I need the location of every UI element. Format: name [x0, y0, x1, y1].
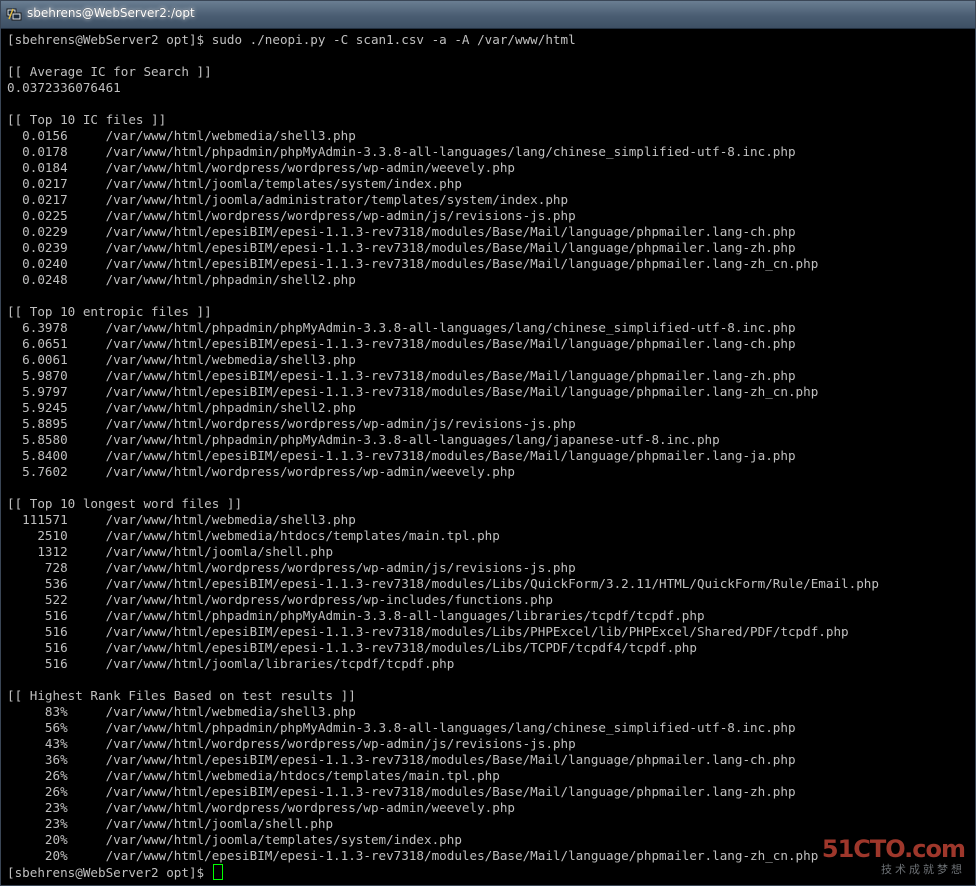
prompt-line[interactable]: [sbehrens@WebServer2 opt]$	[7, 864, 879, 880]
terminal-line: 516 /var/www/html/epesiBIM/epesi-1.1.3-r…	[7, 640, 697, 655]
title-bar[interactable]: sbehrens@WebServer2:/opt	[1, 1, 975, 29]
terminal-line: 516 /var/www/html/phpadmin/phpMyAdmin-3.…	[7, 608, 705, 623]
terminal-line: [[ Highest Rank Files Based on test resu…	[7, 688, 356, 703]
terminal-line: 0.0240 /var/www/html/epesiBIM/epesi-1.1.…	[7, 256, 819, 271]
text-cursor[interactable]	[212, 864, 223, 880]
terminal-output: [sbehrens@WebServer2 opt]$ sudo ./neopi.…	[7, 32, 879, 880]
terminal-line: 20% /var/www/html/epesiBIM/epesi-1.1.3-r…	[7, 848, 819, 863]
watermark: 51CTO.com 技术成就梦想	[822, 835, 967, 876]
terminal-line: 0.0217 /var/www/html/joomla/administrato…	[7, 192, 569, 207]
terminal-line: 6.3978 /var/www/html/phpadmin/phpMyAdmin…	[7, 320, 796, 335]
terminal-line: 26% /var/www/html/webmedia/htdocs/templa…	[7, 768, 500, 783]
terminal-line: 56% /var/www/html/phpadmin/phpMyAdmin-3.…	[7, 720, 796, 735]
terminal-line: 5.7602 /var/www/html/wordpress/wordpress…	[7, 464, 515, 479]
terminal-line: 536 /var/www/html/epesiBIM/epesi-1.1.3-r…	[7, 576, 879, 591]
terminal-line: 5.8580 /var/www/html/phpadmin/phpMyAdmin…	[7, 432, 720, 447]
terminal-line: 43% /var/www/html/wordpress/wordpress/wp…	[7, 736, 576, 751]
terminal-line: 36% /var/www/html/epesiBIM/epesi-1.1.3-r…	[7, 752, 796, 767]
terminal-line: 0.0217 /var/www/html/joomla/templates/sy…	[7, 176, 462, 191]
terminal-line: 1312 /var/www/html/joomla/shell.php	[7, 544, 334, 559]
window-title: sbehrens@WebServer2:/opt	[27, 6, 195, 20]
terminal-line: [[ Average IC for Search ]]	[7, 64, 212, 79]
terminal-line: 26% /var/www/html/epesiBIM/epesi-1.1.3-r…	[7, 784, 796, 799]
terminal-line: 6.0061 /var/www/html/webmedia/shell3.php	[7, 352, 356, 367]
terminal-line: 5.9797 /var/www/html/epesiBIM/epesi-1.1.…	[7, 384, 819, 399]
terminal-line: 5.9870 /var/www/html/epesiBIM/epesi-1.1.…	[7, 368, 796, 383]
terminal-line: 5.8400 /var/www/html/epesiBIM/epesi-1.1.…	[7, 448, 796, 463]
terminal-line: 0.0248 /var/www/html/phpadmin/shell2.php	[7, 272, 356, 287]
terminal-line: 516 /var/www/html/epesiBIM/epesi-1.1.3-r…	[7, 624, 849, 639]
terminal-line: [[ Top 10 longest word files ]]	[7, 496, 243, 511]
terminal-line: 6.0651 /var/www/html/epesiBIM/epesi-1.1.…	[7, 336, 796, 351]
terminal-line: 23% /var/www/html/joomla/shell.php	[7, 816, 334, 831]
terminal-line: 0.0229 /var/www/html/epesiBIM/epesi-1.1.…	[7, 224, 796, 239]
watermark-logo: 51CTO.com	[821, 835, 966, 863]
terminal-line: 23% /var/www/html/wordpress/wordpress/wp…	[7, 800, 515, 815]
terminal-line: 516 /var/www/html/joomla/libraries/tcpdf…	[7, 656, 455, 671]
terminal-window: sbehrens@WebServer2:/opt [sbehrens@WebSe…	[0, 0, 976, 886]
shell-prompt: [sbehrens@WebServer2 opt]$	[7, 865, 212, 880]
terminal-line: 728 /var/www/html/wordpress/wordpress/wp…	[7, 560, 576, 575]
terminal-line: 0.0239 /var/www/html/epesiBIM/epesi-1.1.…	[7, 240, 796, 255]
watermark-slogan: 技术成就梦想	[881, 863, 965, 876]
terminal-line: [[ Top 10 entropic files ]]	[7, 304, 212, 319]
terminal-line: 0.0372336076461	[7, 80, 121, 95]
terminal-line: 0.0156 /var/www/html/webmedia/shell3.php	[7, 128, 356, 143]
terminal-line: 5.8895 /var/www/html/wordpress/wordpress…	[7, 416, 576, 431]
putty-icon[interactable]	[6, 7, 22, 21]
terminal-line: [[ Top 10 IC files ]]	[7, 112, 167, 127]
terminal-line: [sbehrens@WebServer2 opt]$ sudo ./neopi.…	[7, 32, 576, 47]
terminal-line: 0.0225 /var/www/html/wordpress/wordpress…	[7, 208, 576, 223]
terminal-line: 2510 /var/www/html/webmedia/htdocs/templ…	[7, 528, 500, 543]
terminal-line: 5.9245 /var/www/html/phpadmin/shell2.php	[7, 400, 356, 415]
terminal-line: 83% /var/www/html/webmedia/shell3.php	[7, 704, 356, 719]
terminal-line: 522 /var/www/html/wordpress/wordpress/wp…	[7, 592, 553, 607]
terminal-line: 20% /var/www/html/joomla/templates/syste…	[7, 832, 462, 847]
terminal-line: 0.0178 /var/www/html/phpadmin/phpMyAdmin…	[7, 144, 796, 159]
terminal-area[interactable]: [sbehrens@WebServer2 opt]$ sudo ./neopi.…	[1, 29, 975, 885]
terminal-line: 111571 /var/www/html/webmedia/shell3.php	[7, 512, 356, 527]
terminal-line: 0.0184 /var/www/html/wordpress/wordpress…	[7, 160, 515, 175]
